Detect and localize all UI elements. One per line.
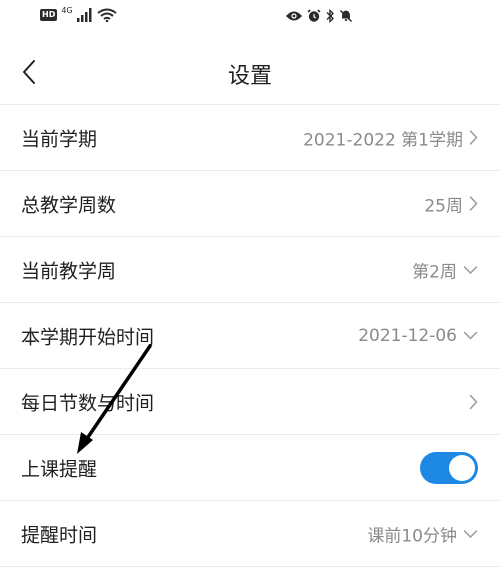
setting-total-weeks[interactable]: 总教学周数 25周 xyxy=(0,171,500,237)
status-left: HD 4G xyxy=(40,5,117,22)
reminder-toggle[interactable] xyxy=(420,451,478,484)
setting-right: 第2周 xyxy=(412,257,478,282)
app-header: 设置 xyxy=(0,38,500,104)
status-bar: HD 4G xyxy=(0,0,500,38)
setting-right: 25周 xyxy=(424,191,478,216)
setting-right: 课前10分钟 xyxy=(367,521,478,546)
setting-value: 第2周 xyxy=(412,262,457,282)
setting-right: 2021-2022 第1学期 xyxy=(303,125,478,150)
setting-label: 总教学周数 xyxy=(21,194,117,216)
eye-icon xyxy=(286,11,302,21)
bluetooth-icon xyxy=(326,9,334,23)
chevron-right-icon xyxy=(469,130,478,145)
setting-daily-periods[interactable]: 每日节数与时间 xyxy=(0,369,500,435)
setting-class-reminder: 上课提醒 xyxy=(0,435,500,501)
alarm-icon xyxy=(307,9,321,22)
chevron-down-icon xyxy=(463,265,478,274)
settings-list: 当前学期 2021-2022 第1学期 总教学周数 25周 当前教学周 第2周 … xyxy=(0,105,500,567)
setting-current-term[interactable]: 当前学期 2021-2022 第1学期 xyxy=(0,105,500,171)
setting-current-week[interactable]: 当前教学周 第2周 xyxy=(0,237,500,303)
toggle-knob xyxy=(449,454,475,481)
status-center xyxy=(285,9,353,23)
setting-label: 提醒时间 xyxy=(21,524,98,546)
page-title: 设置 xyxy=(227,64,272,89)
wifi-icon xyxy=(97,8,117,22)
setting-label: 当前教学周 xyxy=(21,260,117,282)
setting-value: 25周 xyxy=(424,196,463,216)
setting-label: 当前学期 xyxy=(21,128,98,150)
setting-right: 2021-12-06 xyxy=(358,326,478,346)
setting-label: 每日节数与时间 xyxy=(21,392,155,414)
setting-reminder-time[interactable]: 提醒时间 课前10分钟 xyxy=(0,501,500,567)
signal-icon xyxy=(76,8,92,22)
chevron-down-icon xyxy=(463,331,478,340)
setting-label: 本学期开始时间 xyxy=(21,326,155,348)
setting-term-start-date[interactable]: 本学期开始时间 2021-12-06 xyxy=(0,303,500,369)
chevron-down-icon xyxy=(463,529,478,538)
mute-bell-icon xyxy=(339,9,353,23)
setting-value: 课前10分钟 xyxy=(367,526,457,546)
setting-value: 2021-2022 第1学期 xyxy=(303,130,463,150)
setting-right xyxy=(469,394,478,410)
setting-label: 上课提醒 xyxy=(21,458,98,480)
chevron-right-icon xyxy=(469,196,478,211)
setting-right xyxy=(420,451,478,484)
network-type: 4G xyxy=(61,5,73,15)
chevron-right-icon xyxy=(469,394,478,409)
setting-value: 2021-12-06 xyxy=(358,325,457,346)
hd-badge: HD xyxy=(40,9,58,21)
